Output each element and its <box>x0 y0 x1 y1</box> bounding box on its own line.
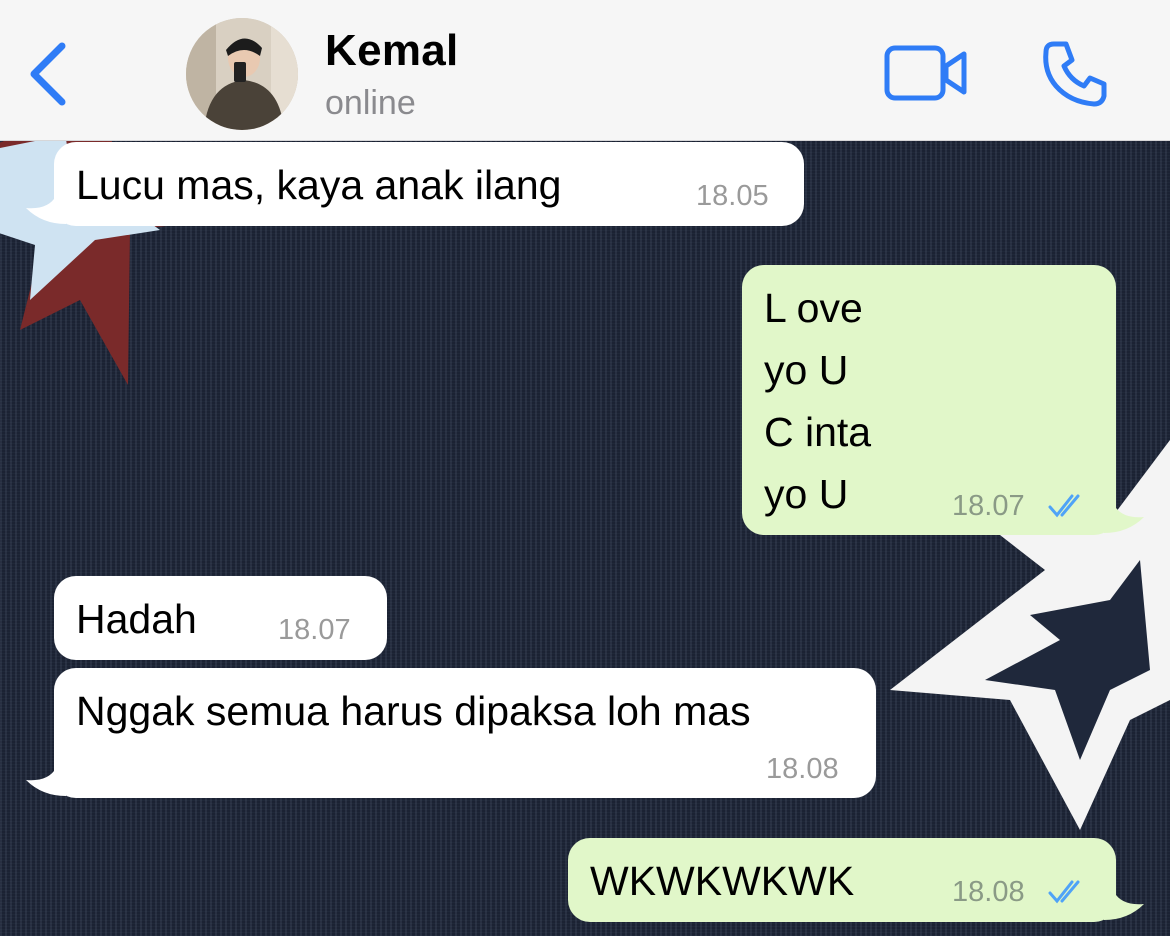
message-text: Hadah <box>76 596 197 642</box>
chevron-left-icon <box>30 42 66 106</box>
message-text: L ove yo U C inta yo U <box>764 285 872 517</box>
message-text: WKWKWKWK <box>590 858 855 904</box>
avatar-photo <box>186 18 298 130</box>
message-time: 18.08 <box>766 753 839 785</box>
voice-call-button[interactable] <box>1040 38 1110 108</box>
chat-header: Kemal online <box>0 0 1170 141</box>
contact-status: online <box>325 84 416 122</box>
message-bubble-incoming[interactable]: Nggak semua harus dipaksa loh mas 18.08 <box>54 668 876 798</box>
video-call-button[interactable] <box>884 44 968 102</box>
message-time: 18.07 <box>952 490 1025 522</box>
phone-icon <box>1043 41 1107 107</box>
back-button[interactable] <box>22 38 72 108</box>
bubble-tail-incoming <box>26 196 66 224</box>
bubble-tail-outgoing <box>1104 505 1144 533</box>
contact-avatar[interactable] <box>186 18 298 130</box>
message-time: 18.07 <box>278 614 351 646</box>
message-text: Lucu mas, kaya anak ilang <box>76 162 562 208</box>
read-receipt-icon <box>1048 880 1080 904</box>
message-bubble-incoming[interactable]: Hadah 18.07 <box>54 576 387 660</box>
message-bubble-outgoing[interactable]: WKWKWKWK 18.08 <box>568 838 1116 922</box>
message-bubble-incoming[interactable]: Lucu mas, kaya anak ilang 18.05 <box>54 142 804 226</box>
video-camera-icon <box>884 45 967 101</box>
contact-name[interactable]: Kemal <box>325 26 459 76</box>
bubble-tail-incoming <box>26 768 66 796</box>
bubble-tail-outgoing <box>1104 892 1144 920</box>
message-time: 18.05 <box>696 180 769 212</box>
read-receipt-icon <box>1048 494 1080 518</box>
message-bubble-outgoing[interactable]: L ove yo U C inta yo U 18.07 <box>742 265 1116 535</box>
message-time: 18.08 <box>952 876 1025 908</box>
message-text: Nggak semua harus dipaksa loh mas <box>76 688 751 734</box>
